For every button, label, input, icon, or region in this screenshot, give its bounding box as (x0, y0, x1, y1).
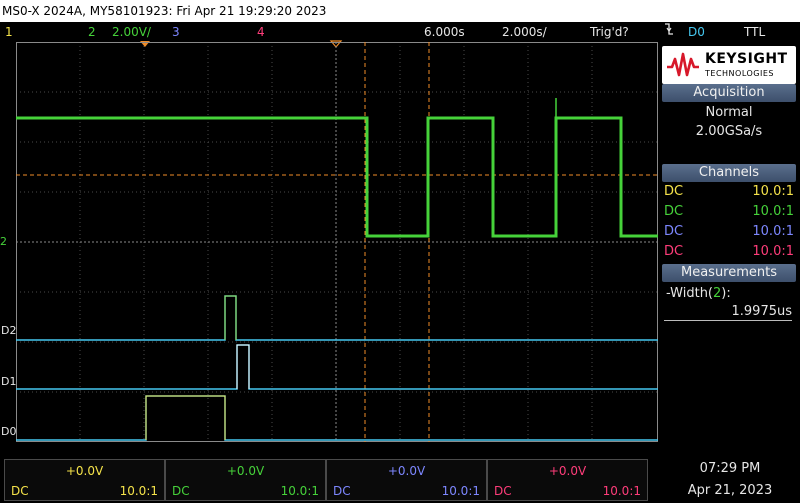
d0-trace (16, 395, 658, 441)
acquisition-mode: Normal (705, 105, 753, 120)
channel-row-1[interactable]: DC 10.0:1 (664, 183, 794, 201)
right-panel: KEYSIGHT TECHNOLOGIES Acquisition Normal… (658, 42, 800, 443)
ch4-offset: +0.0V (548, 464, 587, 478)
ch4-bottom-probe: 10.0:1 (602, 484, 641, 498)
title-text: MS0-X 2024A, MY58101923: Fri Apr 21 19:2… (2, 4, 327, 18)
ch3-probe: 10.0:1 (752, 224, 794, 239)
ch3-bottom-coupling: DC (333, 484, 351, 498)
waveform-display[interactable] (16, 42, 658, 442)
ch2-bottom-coupling: DC (172, 484, 190, 498)
keysight-wave-icon (667, 52, 699, 77)
title-bar: MS0-X 2024A, MY58101923: Fri Apr 21 19:2… (0, 0, 800, 22)
d1-label: D1 (1, 375, 17, 388)
ch3-softkey[interactable]: +0.0V DC 10.0:1 (326, 459, 487, 501)
brand-sub: TECHNOLOGIES (705, 69, 774, 78)
ch2-coupling: DC (664, 204, 684, 219)
ch2-offset: +0.0V (226, 464, 265, 478)
ch2-waveform (16, 116, 658, 238)
ch3-coupling: DC (664, 224, 684, 239)
ch2-bottom-probe: 10.0:1 (280, 484, 319, 498)
trigger-source[interactable]: D0 (688, 22, 705, 42)
ch2-probe: 10.0:1 (752, 204, 794, 219)
acquisition-header[interactable]: Acquisition (662, 84, 796, 102)
ch4-coupling: DC (664, 244, 684, 259)
d2-label: D2 (1, 324, 17, 337)
ch1-bottom-probe: 10.0:1 (119, 484, 158, 498)
ch3-bottom-probe: 10.0:1 (441, 484, 480, 498)
clock-date: Apr 21, 2023 (687, 483, 773, 498)
measurements-header[interactable]: Measurements (662, 264, 796, 282)
ch1-softkey[interactable]: +0.0V DC 10.0:1 (4, 459, 165, 501)
channels-header[interactable]: Channels (662, 164, 796, 182)
keysight-logo: KEYSIGHT TECHNOLOGIES (662, 46, 796, 84)
channel-row-3[interactable]: DC 10.0:1 (664, 223, 794, 241)
ch2-ground-marker[interactable]: 2 (0, 236, 7, 248)
measurement-value: 1.9975us (664, 304, 792, 321)
ch1-bottom-coupling: DC (11, 484, 29, 498)
center-axes (16, 42, 658, 442)
channel-row-4[interactable]: DC 10.0:1 (664, 243, 794, 261)
measurement-label-suffix: ): (721, 286, 731, 301)
clock-time: 07:29 PM (699, 461, 761, 476)
ch4-softkey[interactable]: +0.0V DC 10.0:1 (487, 459, 648, 501)
trigger-level[interactable]: TTL (744, 22, 765, 42)
ch3-offset: +0.0V (387, 464, 426, 478)
d1-trace (16, 344, 658, 390)
ch2-ground-number: 2 (0, 235, 7, 248)
sample-rate: 2.00GSa/s (695, 124, 763, 139)
ch2-softkey[interactable]: +0.0V DC 10.0:1 (165, 459, 326, 501)
ch4-bottom-coupling: DC (494, 484, 512, 498)
d0-label: D0 (1, 425, 17, 438)
falling-edge-trigger-icon[interactable] (664, 22, 674, 42)
ch1-coupling: DC (664, 184, 684, 199)
d2-trace (16, 295, 658, 341)
channel-row-2[interactable]: DC 10.0:1 (664, 203, 794, 221)
measurement-label-prefix: -Width( (666, 286, 714, 301)
bottom-bar: +0.0V DC 10.0:1 +0.0V DC 10.0:1 +0.0V DC… (0, 457, 800, 503)
measurement-label[interactable]: -Width(2): (666, 286, 731, 301)
brand-name: KEYSIGHT (705, 51, 788, 67)
ch1-probe: 10.0:1 (752, 184, 794, 199)
ch4-probe: 10.0:1 (752, 244, 794, 259)
ch1-offset: +0.0V (65, 464, 104, 478)
